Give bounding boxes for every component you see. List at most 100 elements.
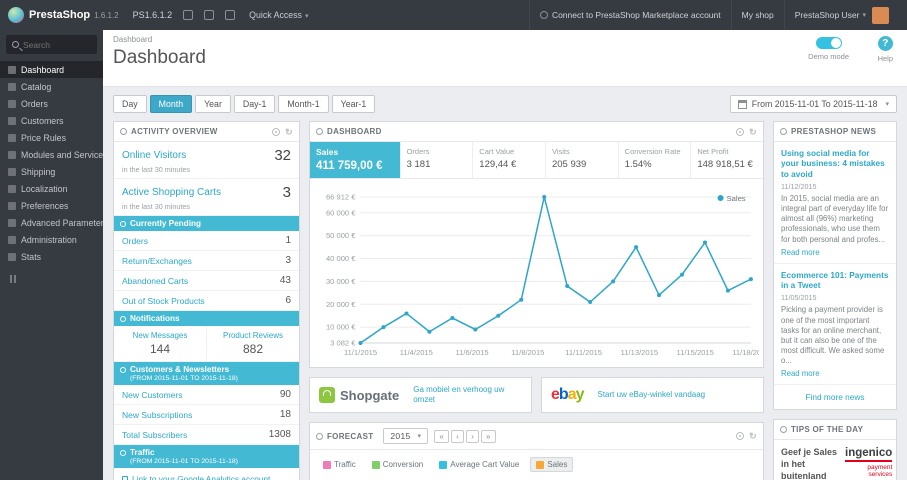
- forecast-legend: Traffic Conversion Average Cart Value Sa…: [310, 450, 763, 480]
- home-icon: [8, 65, 16, 74]
- gear-icon[interactable]: [736, 432, 745, 440]
- legend-sales[interactable]: Sales: [530, 457, 574, 472]
- swatch-icon: [439, 460, 448, 469]
- svg-text:3 082 €: 3 082 €: [330, 339, 356, 348]
- news-article: Ecommerce 101: Payments in a Tweet 11/05…: [774, 264, 896, 386]
- next-page-button[interactable]: ›: [466, 429, 480, 443]
- topbar: PrestaShop 1.6.1.2 PS1.6.1.2 Quick Acces…: [0, 0, 907, 30]
- chevron-down-icon: ▾: [417, 433, 422, 440]
- search-input[interactable]: [23, 39, 91, 50]
- read-more-link[interactable]: Read more: [781, 248, 820, 257]
- refresh-icon[interactable]: ↻: [749, 127, 757, 136]
- kpi-sales[interactable]: Sales 411 759,00 €: [310, 142, 401, 178]
- kpi-visits[interactable]: Visits 205 939: [546, 142, 619, 178]
- bell-icon: [120, 316, 126, 322]
- sidebar-item-dashboard[interactable]: Dashboard: [0, 61, 103, 78]
- kpi-cart-value[interactable]: Cart Value 129,44 €: [473, 142, 546, 178]
- online-visitors-link[interactable]: Online Visitors: [122, 150, 186, 161]
- sidebar-item-advanced-parameters[interactable]: Advanced Parameters: [0, 214, 103, 231]
- range-day-button[interactable]: Day: [113, 95, 147, 113]
- upgrade-icon[interactable]: [225, 10, 236, 20]
- new-messages-cell: New Messages 144: [114, 326, 206, 361]
- article-title-link[interactable]: Using social media for your business: 4 …: [781, 148, 889, 179]
- sidebar-item-catalog[interactable]: Catalog: [0, 78, 103, 95]
- ingenico-logo: ingenico payment services: [845, 447, 893, 479]
- legend-traffic[interactable]: Traffic: [318, 457, 361, 472]
- help-button[interactable]: ? Help: [878, 36, 893, 63]
- panel-title: DASHBOARD: [327, 127, 382, 136]
- last-page-button[interactable]: »: [481, 429, 496, 443]
- chevron-down-icon: ▾: [862, 12, 866, 19]
- date-range-picker[interactable]: From 2015-11-01 To 2015-11-18 ▾: [729, 95, 897, 113]
- link-icon: [122, 476, 128, 480]
- sidebar-item-customers[interactable]: Customers: [0, 112, 103, 129]
- svg-text:11/4/2015: 11/4/2015: [400, 348, 433, 357]
- online-visitors-stat: Online Visitors 32 in the last 30 minute…: [114, 142, 299, 179]
- sidebar-item-localization[interactable]: Localization: [0, 180, 103, 197]
- puzzle-icon: [8, 150, 16, 159]
- first-page-button[interactable]: «: [434, 429, 450, 443]
- users-icon: [8, 116, 16, 125]
- sidebar-item-preferences[interactable]: Preferences: [0, 197, 103, 214]
- collapse-menu-button[interactable]: [10, 275, 103, 283]
- svg-text:Sales: Sales: [727, 194, 746, 203]
- legend-conversion[interactable]: Conversion: [367, 457, 428, 472]
- sidebar-item-modules[interactable]: Modules and Services: [0, 146, 103, 163]
- refresh-icon[interactable]: ↻: [285, 127, 293, 136]
- kpi-net-profit[interactable]: Net Profit 148 918,51 €: [691, 142, 763, 178]
- calendar-icon: [737, 99, 747, 109]
- customers-row-total-subscribers: Total Subscribers 1308: [114, 425, 299, 445]
- product-reviews-link[interactable]: Product Reviews: [211, 331, 295, 340]
- svg-text:11/1/2015: 11/1/2015: [344, 348, 377, 357]
- demo-mode-toggle[interactable]: Demo mode: [808, 37, 849, 61]
- range-day-1-button[interactable]: Day-1: [233, 95, 276, 113]
- sidebar-item-stats[interactable]: Stats: [0, 248, 103, 265]
- my-shop-link[interactable]: My shop: [730, 0, 784, 30]
- out-of-stock-link[interactable]: Out of Stock Products: [122, 296, 205, 306]
- shopgate-link[interactable]: Ga mobiel en verhoog uw omzet: [413, 385, 522, 405]
- refresh-icon[interactable]: ↻: [749, 432, 757, 441]
- google-analytics-link[interactable]: Link to your Google Analytics account: [114, 468, 299, 480]
- new-messages-link[interactable]: New Messages: [118, 331, 202, 340]
- sidebar-item-price-rules[interactable]: Price Rules: [0, 129, 103, 146]
- forecast-icon: [316, 432, 323, 440]
- cart-icon[interactable]: [183, 10, 194, 20]
- user-menu[interactable]: PrestaShop User ▾: [783, 0, 907, 30]
- kpi-orders[interactable]: Orders 3 181: [401, 142, 474, 178]
- legend-average-cart-value[interactable]: Average Cart Value: [434, 457, 524, 472]
- range-month-1-button[interactable]: Month-1: [278, 95, 329, 113]
- forecast-year-select[interactable]: 2015 ▾: [383, 428, 429, 444]
- range-year-1-button[interactable]: Year-1: [331, 95, 376, 113]
- dashboard-icon: [316, 128, 323, 135]
- article-title-link[interactable]: Ecommerce 101: Payments in a Tweet: [781, 270, 889, 291]
- active-carts-link[interactable]: Active Shopping Carts: [122, 187, 221, 198]
- marketplace-link[interactable]: Connect to PrestaShop Marketplace accoun…: [528, 0, 731, 30]
- read-more-link[interactable]: Read more: [781, 369, 820, 378]
- quick-access-menu[interactable]: Quick Access ▾: [249, 10, 308, 20]
- new-subscriptions-link[interactable]: New Subscriptions: [122, 410, 192, 420]
- folder-icon: [8, 82, 16, 91]
- sliders-icon: [8, 201, 16, 210]
- sidebar-item-orders[interactable]: Orders: [0, 95, 103, 112]
- gear-icon[interactable]: [272, 127, 281, 136]
- range-month-button[interactable]: Month: [149, 95, 193, 113]
- range-year-button[interactable]: Year: [195, 95, 231, 113]
- orders-link[interactable]: Orders: [122, 236, 148, 246]
- sidebar-item-shipping[interactable]: Shipping: [0, 163, 103, 180]
- total-subscribers-link[interactable]: Total Subscribers: [122, 430, 187, 440]
- customers-newsletters-header: Customers & Newsletters (FROM 2015-11-01 …: [114, 362, 299, 385]
- gear-icon[interactable]: [736, 127, 745, 136]
- returns-link[interactable]: Return/Exchanges: [122, 256, 192, 266]
- abandoned-carts-link[interactable]: Abandoned Carts: [122, 276, 188, 286]
- notifications-header: Notifications: [114, 311, 299, 326]
- sidebar-item-administration[interactable]: Administration: [0, 231, 103, 248]
- kpi-conversion-rate[interactable]: Conversion Rate 1.54%: [619, 142, 692, 178]
- kpi-strip: Sales 411 759,00 € Orders 3 181 Cart Val…: [310, 142, 763, 179]
- find-more-news-link[interactable]: Find more news: [774, 385, 896, 409]
- profile-icon[interactable]: [204, 10, 215, 20]
- brand-name: PrestaShop: [29, 9, 91, 21]
- new-customers-link[interactable]: New Customers: [122, 390, 182, 400]
- svg-text:50 000 €: 50 000 €: [326, 231, 356, 240]
- prev-page-button[interactable]: ‹: [451, 429, 465, 443]
- ebay-link[interactable]: Start uw eBay-winkel vandaag: [598, 390, 706, 400]
